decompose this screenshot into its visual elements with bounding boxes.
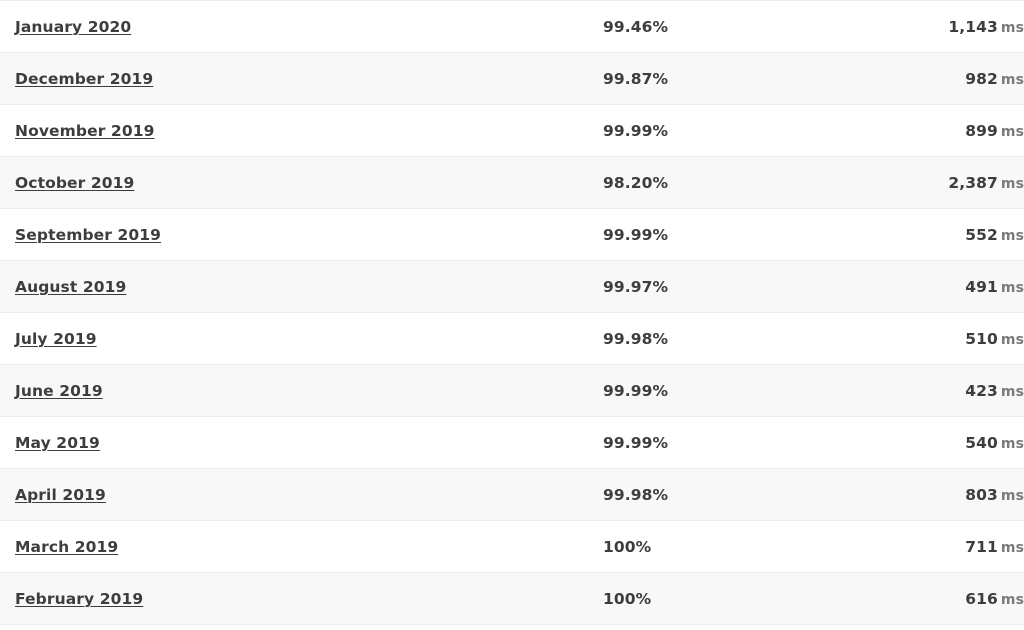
month-link[interactable]: July 2019: [15, 330, 97, 348]
uptime-cell: 100%: [603, 520, 903, 573]
response-time-value: 510: [965, 329, 998, 348]
table-row: December 2019 99.87% 982 ms: [0, 52, 1024, 105]
response-time-unit: ms: [1000, 71, 1024, 88]
month-link[interactable]: April 2019: [15, 486, 106, 504]
response-time-unit: ms: [1000, 591, 1024, 608]
month-link[interactable]: March 2019: [15, 538, 118, 556]
month-link[interactable]: September 2019: [15, 226, 161, 244]
response-time-unit: ms: [1000, 487, 1024, 504]
table-row: May 2019 99.99% 540 ms: [0, 416, 1024, 469]
table-row: March 2019 100% 711 ms: [0, 520, 1024, 573]
response-time-cell: 899 ms: [903, 104, 1024, 157]
month-cell: September 2019: [0, 208, 603, 261]
response-time-unit: ms: [1000, 279, 1024, 296]
uptime-cell: 99.99%: [603, 104, 903, 157]
table-row: September 2019 99.99% 552 ms: [0, 208, 1024, 261]
month-cell: November 2019: [0, 104, 603, 157]
month-link[interactable]: January 2020: [15, 18, 131, 36]
month-link[interactable]: October 2019: [15, 174, 134, 192]
response-time-cell: 1,143 ms: [903, 0, 1024, 53]
uptime-cell: 99.98%: [603, 468, 903, 521]
table-row: January 2020 99.46% 1,143 ms: [0, 0, 1024, 53]
response-time-unit: ms: [1000, 19, 1024, 36]
monthly-uptime-table: January 2020 99.46% 1,143 ms December 2019 99…: [0, 0, 1024, 625]
month-cell: March 2019: [0, 520, 603, 573]
uptime-cell: 100%: [603, 572, 903, 625]
month-cell: December 2019: [0, 52, 603, 105]
response-time-cell: 552 ms: [903, 208, 1024, 261]
response-time-value: 2,387: [948, 173, 998, 192]
uptime-cell: 98.20%: [603, 156, 903, 209]
uptime-cell: 99.98%: [603, 312, 903, 365]
response-time-value: 899: [965, 121, 998, 140]
uptime-value: 99.97%: [603, 277, 669, 296]
uptime-table-body: January 2020 99.46% 1,143 ms December 2019 99…: [0, 0, 1024, 625]
response-time-cell: 2,387 ms: [903, 156, 1024, 209]
uptime-cell: 99.87%: [603, 52, 903, 105]
uptime-value: 98.20%: [603, 173, 669, 192]
month-link[interactable]: December 2019: [15, 70, 153, 88]
uptime-value: 99.98%: [603, 485, 669, 504]
response-time-value: 540: [965, 433, 998, 452]
response-time-cell: 803 ms: [903, 468, 1024, 521]
response-time-value: 982: [965, 69, 998, 88]
month-cell: August 2019: [0, 260, 603, 313]
response-time-unit: ms: [1000, 175, 1024, 192]
response-time-cell: 711 ms: [903, 520, 1024, 573]
uptime-cell: 99.99%: [603, 364, 903, 417]
month-cell: January 2020: [0, 0, 603, 53]
table-row: February 2019 100% 616 ms: [0, 572, 1024, 625]
response-time-unit: ms: [1000, 123, 1024, 140]
response-time-value: 1,143: [948, 17, 998, 36]
month-link[interactable]: February 2019: [15, 590, 143, 608]
response-time-value: 491: [965, 277, 998, 296]
response-time-cell: 540 ms: [903, 416, 1024, 469]
month-cell: February 2019: [0, 572, 603, 625]
table-row: April 2019 99.98% 803 ms: [0, 468, 1024, 521]
month-link[interactable]: June 2019: [15, 382, 103, 400]
response-time-cell: 510 ms: [903, 312, 1024, 365]
response-time-unit: ms: [1000, 227, 1024, 244]
month-cell: October 2019: [0, 156, 603, 209]
uptime-value: 100%: [603, 589, 652, 608]
response-time-cell: 616 ms: [903, 572, 1024, 625]
month-cell: June 2019: [0, 364, 603, 417]
month-cell: April 2019: [0, 468, 603, 521]
uptime-cell: 99.99%: [603, 416, 903, 469]
response-time-unit: ms: [1000, 435, 1024, 452]
month-link[interactable]: May 2019: [15, 434, 100, 452]
response-time-value: 711: [965, 537, 998, 556]
response-time-value: 616: [965, 589, 998, 608]
response-time-cell: 982 ms: [903, 52, 1024, 105]
table-row: June 2019 99.99% 423 ms: [0, 364, 1024, 417]
uptime-cell: 99.97%: [603, 260, 903, 313]
uptime-value: 99.99%: [603, 381, 669, 400]
month-cell: July 2019: [0, 312, 603, 365]
response-time-value: 423: [965, 381, 998, 400]
table-row: July 2019 99.98% 510 ms: [0, 312, 1024, 365]
table-row: November 2019 99.99% 899 ms: [0, 104, 1024, 157]
response-time-cell: 491 ms: [903, 260, 1024, 313]
uptime-value: 99.99%: [603, 121, 669, 140]
table-row: August 2019 99.97% 491 ms: [0, 260, 1024, 313]
response-time-unit: ms: [1000, 383, 1024, 400]
month-cell: May 2019: [0, 416, 603, 469]
uptime-value: 99.98%: [603, 329, 669, 348]
response-time-cell: 423 ms: [903, 364, 1024, 417]
response-time-value: 803: [965, 485, 998, 504]
uptime-cell: 99.46%: [603, 0, 903, 53]
month-link[interactable]: August 2019: [15, 278, 126, 296]
response-time-unit: ms: [1000, 331, 1024, 348]
response-time-unit: ms: [1000, 539, 1024, 556]
month-link[interactable]: November 2019: [15, 122, 154, 140]
uptime-value: 99.46%: [603, 17, 669, 36]
uptime-value: 99.99%: [603, 433, 669, 452]
uptime-value: 100%: [603, 537, 652, 556]
uptime-cell: 99.99%: [603, 208, 903, 261]
uptime-value: 99.99%: [603, 225, 669, 244]
table-row: October 2019 98.20% 2,387 ms: [0, 156, 1024, 209]
response-time-value: 552: [965, 225, 998, 244]
uptime-value: 99.87%: [603, 69, 669, 88]
